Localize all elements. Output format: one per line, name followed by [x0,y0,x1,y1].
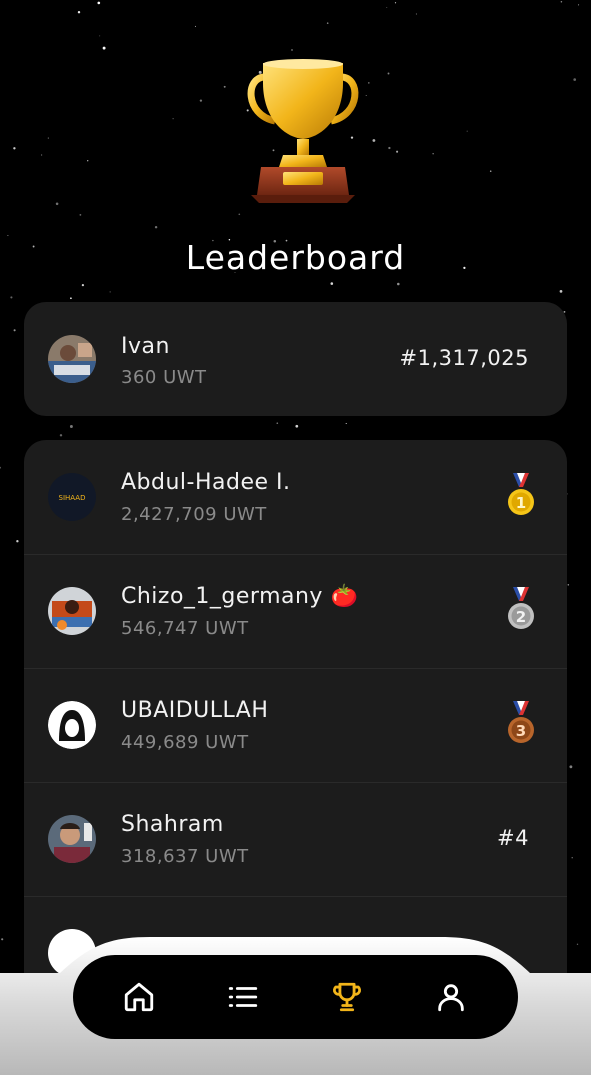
silver-medal-icon: 2 [508,587,534,629]
list-item[interactable]: Shahram 318,637 UWT #4 [24,782,567,897]
user-name: Chizo_1_germany 🍅 [121,584,359,609]
bottom-navigation [73,955,518,1039]
user-rank: #4 [497,826,529,850]
avatar [48,701,96,749]
avatar [48,335,96,383]
nav-profile[interactable] [431,977,471,1017]
current-user-card: Ivan 360 UWT #1,317,025 [24,302,567,416]
svg-text:3: 3 [516,722,526,740]
current-user-score: 360 UWT [121,367,207,388]
page-title: Leaderboard [185,238,406,277]
list-item[interactable]: Chizo_1_germany 🍅 546,747 UWT 2 [24,554,567,669]
current-user-name: Ivan [121,334,170,359]
svg-text:2: 2 [516,608,526,626]
list-icon [228,987,258,1007]
bronze-medal-icon: 3 [508,701,534,743]
user-name: UBAIDULLAH [121,698,269,723]
nav-leaderboard[interactable] [327,977,367,1017]
user-score: 449,689 UWT [121,732,249,753]
current-user-rank: #1,317,025 [399,346,529,370]
trophy-illustration [247,59,359,203]
list-item[interactable]: UBAIDULLAH 449,689 UWT 3 [24,668,567,783]
svg-text:1: 1 [516,494,526,512]
user-score: 546,747 UWT [121,618,249,639]
nav-list[interactable] [223,977,263,1017]
home-icon [124,982,154,1012]
nav-home[interactable] [119,977,159,1017]
user-score: 2,427,709 UWT [121,504,267,525]
profile-icon [438,984,464,1012]
avatar: SIHAAD [48,473,96,521]
avatar [48,815,96,863]
list-item[interactable]: SIHAAD Abdul-Hadee I. 2,427,709 UWT 1 [24,440,567,555]
user-score: 318,637 UWT [121,846,249,867]
user-name: Abdul-Hadee I. [121,470,291,495]
user-name: Shahram [121,812,224,837]
avatar [48,587,96,635]
avatar-logo-text: SIHAAD [59,494,86,502]
trophy-icon [333,982,361,1012]
gold-medal-icon: 1 [508,473,534,515]
